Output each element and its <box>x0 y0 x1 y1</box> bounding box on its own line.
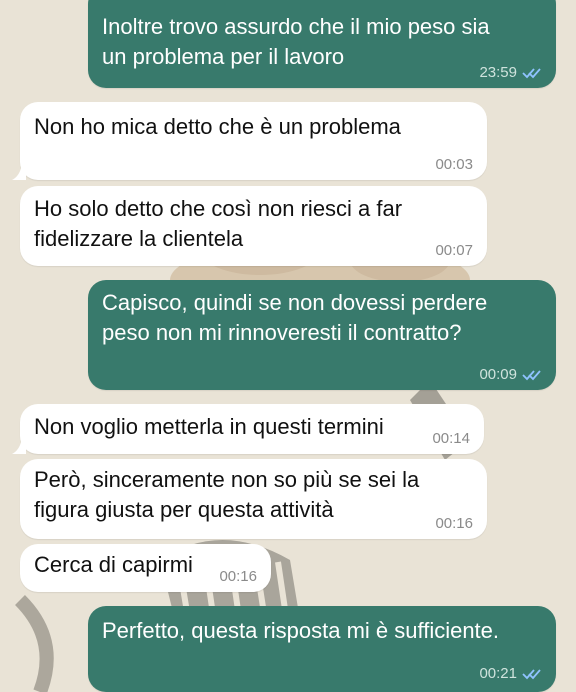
message-meta: 00:14 <box>432 430 470 447</box>
bubble-tail-icon <box>12 164 26 180</box>
message-meta: 00:09 <box>479 366 542 383</box>
message-text: Cerca di capirmi <box>34 552 193 577</box>
message-bubble-outgoing[interactable]: Capisco, quindi se non dovessi perdere p… <box>88 280 556 390</box>
message-meta: 00:03 <box>435 156 473 173</box>
message-text: Non ho mica detto che è un problema <box>34 114 401 139</box>
message-text: Non voglio metterla in questi termini <box>34 414 384 439</box>
message-meta: 00:07 <box>435 242 473 259</box>
message-bubble-incoming[interactable]: Ho solo detto che così non riesci a far … <box>20 186 487 266</box>
message-time: 00:14 <box>432 430 470 447</box>
message-bubble-incoming[interactable]: Non voglio metterla in questi termini 00… <box>12 404 484 454</box>
message-bubble-incoming[interactable]: Cerca di capirmi 00:16 <box>20 544 271 592</box>
message-meta: 00:16 <box>435 515 473 532</box>
message-time: 00:16 <box>219 568 257 585</box>
chat-thread: Inoltre trovo assurdo che il mio peso si… <box>0 0 576 692</box>
message-time: 00:21 <box>479 665 517 682</box>
message-time: 00:03 <box>435 156 473 173</box>
message-time: 23:59 <box>479 64 517 81</box>
message-text: Capisco, quindi se non dovessi perdere p… <box>102 290 488 345</box>
message-time: 00:16 <box>435 515 473 532</box>
message-time: 00:07 <box>435 242 473 259</box>
message-text: Inoltre trovo assurdo che il mio peso si… <box>102 14 490 69</box>
double-check-read-icon <box>522 67 542 79</box>
message-text: Perfetto, questa risposta mi è sufficien… <box>102 618 500 643</box>
message-text: Però, sinceramente non so più se sei la … <box>34 467 420 522</box>
message-bubble-outgoing[interactable]: Perfetto, questa risposta mi è sufficien… <box>88 606 556 692</box>
message-bubble-incoming[interactable]: Non ho mica detto che è un problema 00:0… <box>12 102 487 180</box>
message-text: Ho solo detto che così non riesci a far … <box>34 196 403 251</box>
message-time: 00:09 <box>479 366 517 383</box>
double-check-read-icon <box>522 668 542 680</box>
message-bubble-incoming[interactable]: Però, sinceramente non so più se sei la … <box>20 459 487 539</box>
bubble-tail-icon <box>12 438 26 454</box>
message-meta: 00:16 <box>219 568 257 585</box>
message-meta: 23:59 <box>479 64 542 81</box>
message-bubble-outgoing[interactable]: Inoltre trovo assurdo che il mio peso si… <box>88 0 556 88</box>
message-meta: 00:21 <box>479 665 542 682</box>
double-check-read-icon <box>522 369 542 381</box>
